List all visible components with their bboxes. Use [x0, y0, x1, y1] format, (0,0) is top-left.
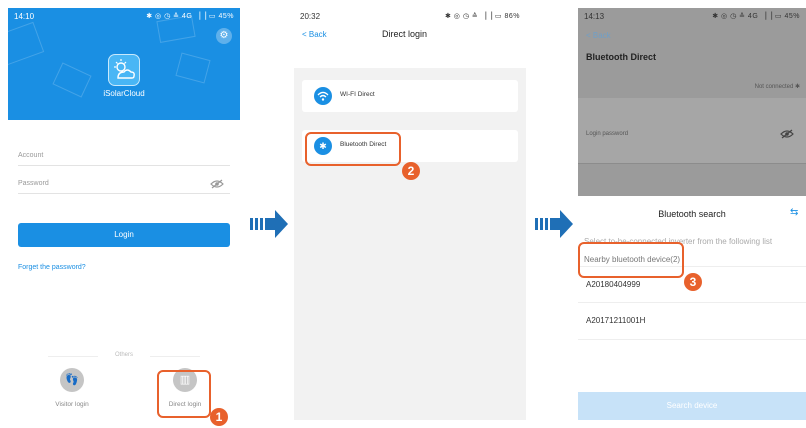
screen-direct-login: 20:32 ✱ ◎ ◷ ≙ ▕▕ ▭ 86% < Back Direct log… [294, 8, 526, 420]
step-highlight-frame [305, 132, 401, 166]
others-divider: Others [48, 352, 200, 358]
back-button[interactable]: < Back [302, 30, 327, 39]
visitor-footprint-icon[interactable]: 👣 [60, 368, 84, 392]
arrow-right-icon [535, 210, 573, 238]
bluetooth-search-sheet: Bluetooth search ⇆ Select to-be-connecte… [578, 196, 806, 420]
status-bar: 20:32 ✱ ◎ ◷ ≙ ▕▕ ▭ 86% [294, 8, 526, 24]
status-bar: 14:10 ✱ ◎ ◷ ≙ 4G ▕▕ ▭ 45% [8, 8, 240, 24]
password-field[interactable]: Password [18, 171, 230, 194]
hide-password-eye-icon[interactable] [780, 129, 794, 139]
screen-bluetooth-direct: 14:13 ✱ ◎ ◷ ≙ 4G ▕▕ ▭ 45% < Back Bluetoo… [578, 8, 806, 420]
account-placeholder: Account [18, 152, 44, 159]
status-time: 20:32 [300, 11, 321, 21]
account-field[interactable]: Account [18, 143, 230, 166]
status-bar: 14:13 ✱ ◎ ◷ ≙ 4G ▕▕ ▭ 45% [578, 8, 806, 24]
step-number-badge: 3 [684, 273, 702, 291]
device-name: A20171211001H [586, 316, 646, 325]
dimmed-background [578, 8, 806, 196]
banner-decoration [8, 21, 45, 67]
status-icons: ✱ ◎ ◷ ≙ 4G ▕▕ ▭ 45% [712, 13, 800, 20]
settings-gear-icon[interactable]: ⚙ [216, 28, 232, 44]
wifi-icon [314, 87, 332, 105]
step-highlight-frame [157, 370, 211, 418]
device-name: A20180404999 [586, 280, 641, 289]
login-button[interactable]: Login [18, 223, 230, 247]
status-icons: ✱ ◎ ◷ ≙ ▕▕ ▭ 86% [444, 13, 520, 20]
step-number-badge: 2 [402, 162, 420, 180]
arrow-right-icon [250, 210, 288, 238]
status-time: 14:13 [584, 11, 605, 21]
app-name: iSolarCloud [103, 89, 145, 98]
app-logo-sun-cloud-icon [108, 54, 140, 86]
wifi-direct-label: WI-FI Direct [340, 91, 375, 98]
wifi-direct-item[interactable]: WI-FI Direct [302, 80, 518, 112]
refresh-icon[interactable]: ⇆ [790, 208, 800, 218]
sheet-title: Bluetooth search [658, 209, 726, 219]
step-number-badge: 1 [210, 408, 228, 426]
search-device-button[interactable]: Search device [578, 392, 806, 420]
password-placeholder: Password [18, 180, 49, 187]
banner-decoration [175, 52, 211, 84]
hide-password-eye-icon[interactable] [210, 179, 224, 189]
forget-password-link[interactable]: Forget the password? [18, 264, 86, 271]
status-icons: ✱ ◎ ◷ ≙ 4G ▕▕ ▭ 45% [146, 13, 234, 20]
page-title: Direct login [382, 29, 428, 39]
step-highlight-frame [578, 242, 684, 278]
device-item[interactable]: A20171211001H [578, 302, 806, 340]
page-title: Bluetooth Direct [586, 52, 657, 62]
status-time: 14:10 [14, 11, 35, 21]
login-password-label: Login password [586, 131, 629, 137]
divider [578, 163, 806, 164]
back-button[interactable]: < Back [586, 31, 611, 40]
screen-login: 14:10 ✱ ◎ ◷ ≙ 4G ▕▕ ▭ 45% ⚙ iSolarCloud … [8, 8, 240, 420]
connection-status: Not connected ✱ [754, 84, 800, 90]
visitor-login-label[interactable]: Visitor login [42, 401, 102, 408]
